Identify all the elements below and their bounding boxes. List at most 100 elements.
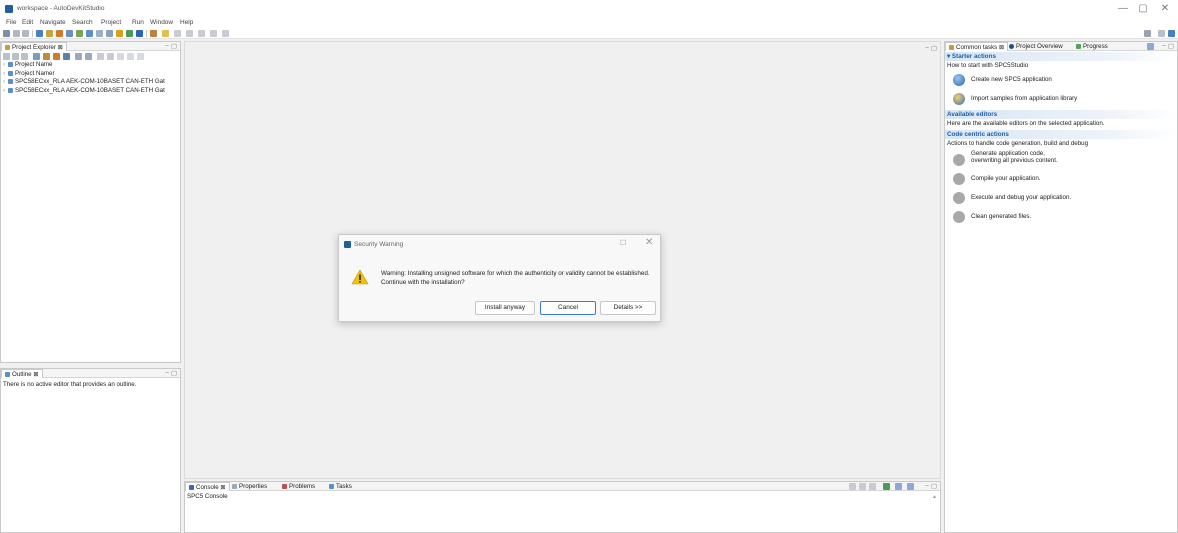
tab-tasks[interactable]: Tasks <box>326 482 355 491</box>
available-editors-heading[interactable]: Available editors <box>945 110 1177 119</box>
close-button[interactable]: ✕ <box>1158 3 1172 15</box>
dialog-title: Security Warning <box>354 241 404 248</box>
filter-icon[interactable] <box>21 53 28 60</box>
build-project-icon[interactable] <box>63 53 70 60</box>
annotation-icon[interactable] <box>162 30 169 37</box>
menu-run[interactable]: Run <box>132 19 144 26</box>
cancel-button[interactable]: Cancel <box>540 301 596 315</box>
properties-icon <box>232 484 237 489</box>
more-icon[interactable] <box>137 53 144 60</box>
display-console-icon[interactable] <box>883 483 890 490</box>
dialog-message: Warning: Installing unsigned software fo… <box>381 270 650 286</box>
tab-outline[interactable]: Outline ⊠ <box>1 369 43 378</box>
folder-icon[interactable] <box>116 30 123 37</box>
create-application-action[interactable]: Create new SPC5 application <box>945 72 1177 91</box>
common-tasks-minmax[interactable]: − ▢ <box>1162 42 1174 50</box>
configure-icon[interactable] <box>43 53 50 60</box>
search-tool-icon[interactable] <box>150 30 157 37</box>
run-icon[interactable] <box>126 30 133 37</box>
toolbar-separator <box>146 30 147 37</box>
save-all-icon[interactable] <box>22 30 29 37</box>
tree-item[interactable]: › Project Namer <box>3 70 165 79</box>
next-annotation-icon[interactable] <box>174 30 181 37</box>
menu-navigate[interactable]: Navigate <box>40 19 66 26</box>
tab-common-tasks[interactable]: Common tasks ⊠ <box>945 42 1009 51</box>
library-icon <box>953 93 965 105</box>
up-icon[interactable] <box>117 53 124 60</box>
add-icon[interactable] <box>97 53 104 60</box>
down-icon[interactable] <box>127 53 134 60</box>
console-minmax[interactable]: − ▢ <box>925 482 937 490</box>
export-icon[interactable] <box>85 53 92 60</box>
menu-help[interactable]: Help <box>180 19 193 26</box>
view-menu-icon[interactable] <box>1147 43 1154 50</box>
install-anyway-button[interactable]: Install anyway <box>475 301 535 315</box>
forward-icon[interactable] <box>210 30 217 37</box>
minimize-button[interactable]: — <box>1116 3 1130 15</box>
new-console-icon[interactable] <box>895 483 902 490</box>
import-icon[interactable] <box>75 53 82 60</box>
menu-search[interactable]: Search <box>72 19 93 26</box>
common-tasks-content: ▾ Starter actions How to start with SPC5… <box>945 52 1177 228</box>
info-icon[interactable] <box>136 30 143 37</box>
starter-actions-description: How to start with SPC5Studio <box>947 62 1029 69</box>
menu-project[interactable]: Project <box>101 19 121 26</box>
tab-project-explorer[interactable]: Project Explorer ⊠ <box>1 42 67 51</box>
pin-console-icon[interactable] <box>869 483 876 490</box>
terminal-icon[interactable] <box>106 30 113 37</box>
tab-problems[interactable]: Problems <box>279 482 318 491</box>
link-editor-icon[interactable] <box>12 53 19 60</box>
code-centric-actions-heading[interactable]: Code centric actions <box>945 130 1177 139</box>
back-icon[interactable] <box>198 30 205 37</box>
tree-item[interactable]: › SPC58ECxx_RLA AEK-COM-10BASET CAN-ETH G… <box>3 78 165 87</box>
remove-icon[interactable] <box>107 53 114 60</box>
generate-icon[interactable] <box>53 53 60 60</box>
dialog-maximize-button[interactable]: ☐ <box>620 239 626 247</box>
maximize-button[interactable]: ▢ <box>1136 3 1150 15</box>
outline-minmax[interactable]: − ▢ <box>165 369 177 377</box>
save-icon[interactable] <box>13 30 20 37</box>
generate-code-action[interactable]: Generate application code, overwriting a… <box>945 150 1177 171</box>
tab-console[interactable]: Console ⊠ <box>185 482 230 491</box>
wizard-icon[interactable] <box>66 30 73 37</box>
new-icon[interactable] <box>3 30 10 37</box>
debug-icon[interactable] <box>76 30 83 37</box>
project-explorer-view: Project Explorer ⊠ − ▢ › Project Name › Pr… <box>0 41 181 400</box>
main-toolbar <box>0 28 1178 39</box>
clean-action[interactable]: Clean generated files. <box>945 209 1177 228</box>
tab-progress[interactable]: Progress <box>1073 42 1111 51</box>
scroll-up-icon[interactable]: ▲ <box>932 494 937 500</box>
search-icon[interactable] <box>1144 30 1151 37</box>
tab-project-overview[interactable]: Project Overview <box>1006 42 1066 51</box>
window-titlebar: workspace - AutoDevKitStudio — ▢ ✕ <box>0 0 1178 18</box>
flash-icon[interactable] <box>86 30 93 37</box>
open-console-icon[interactable] <box>907 483 914 490</box>
perspective-icon[interactable] <box>1168 30 1175 37</box>
starter-actions-heading[interactable]: ▾ Starter actions <box>945 52 1177 61</box>
build-icon[interactable] <box>36 30 43 37</box>
project-explorer-minmax[interactable]: − ▢ <box>165 42 177 50</box>
tree-item[interactable]: › SPC58ECxx_RLA AEK-COM-10BASET CAN-ETH G… <box>3 87 165 96</box>
editor-minmax[interactable]: − ▢ <box>925 44 937 52</box>
menu-window[interactable]: Window <box>150 19 173 26</box>
compile-action[interactable]: Compile your application. <box>945 171 1177 190</box>
dialog-close-button[interactable]: ✕ <box>645 237 653 248</box>
tree-item[interactable]: › Project Name <box>3 61 165 70</box>
tab-properties[interactable]: Properties <box>229 482 270 491</box>
collapse-all-icon[interactable] <box>3 53 10 60</box>
execute-debug-action[interactable]: Execute and debug your application. <box>945 190 1177 209</box>
menu-file[interactable]: File <box>6 19 16 26</box>
details-button[interactable]: Details >> <box>600 301 656 315</box>
prev-annotation-icon[interactable] <box>186 30 193 37</box>
settings-icon[interactable] <box>46 30 53 37</box>
menu-edit[interactable]: Edit <box>22 19 33 26</box>
open-perspective-icon[interactable] <box>1158 30 1165 37</box>
import-samples-action[interactable]: Import samples from application library <box>945 91 1177 110</box>
pin-icon[interactable] <box>222 30 229 37</box>
console-title: SPC5 Console <box>187 493 228 500</box>
scroll-lock-icon[interactable] <box>859 483 866 490</box>
console-icon[interactable] <box>96 30 103 37</box>
clear-console-icon[interactable] <box>849 483 856 490</box>
tool-icon[interactable] <box>56 30 63 37</box>
new-project-icon[interactable] <box>33 53 40 60</box>
